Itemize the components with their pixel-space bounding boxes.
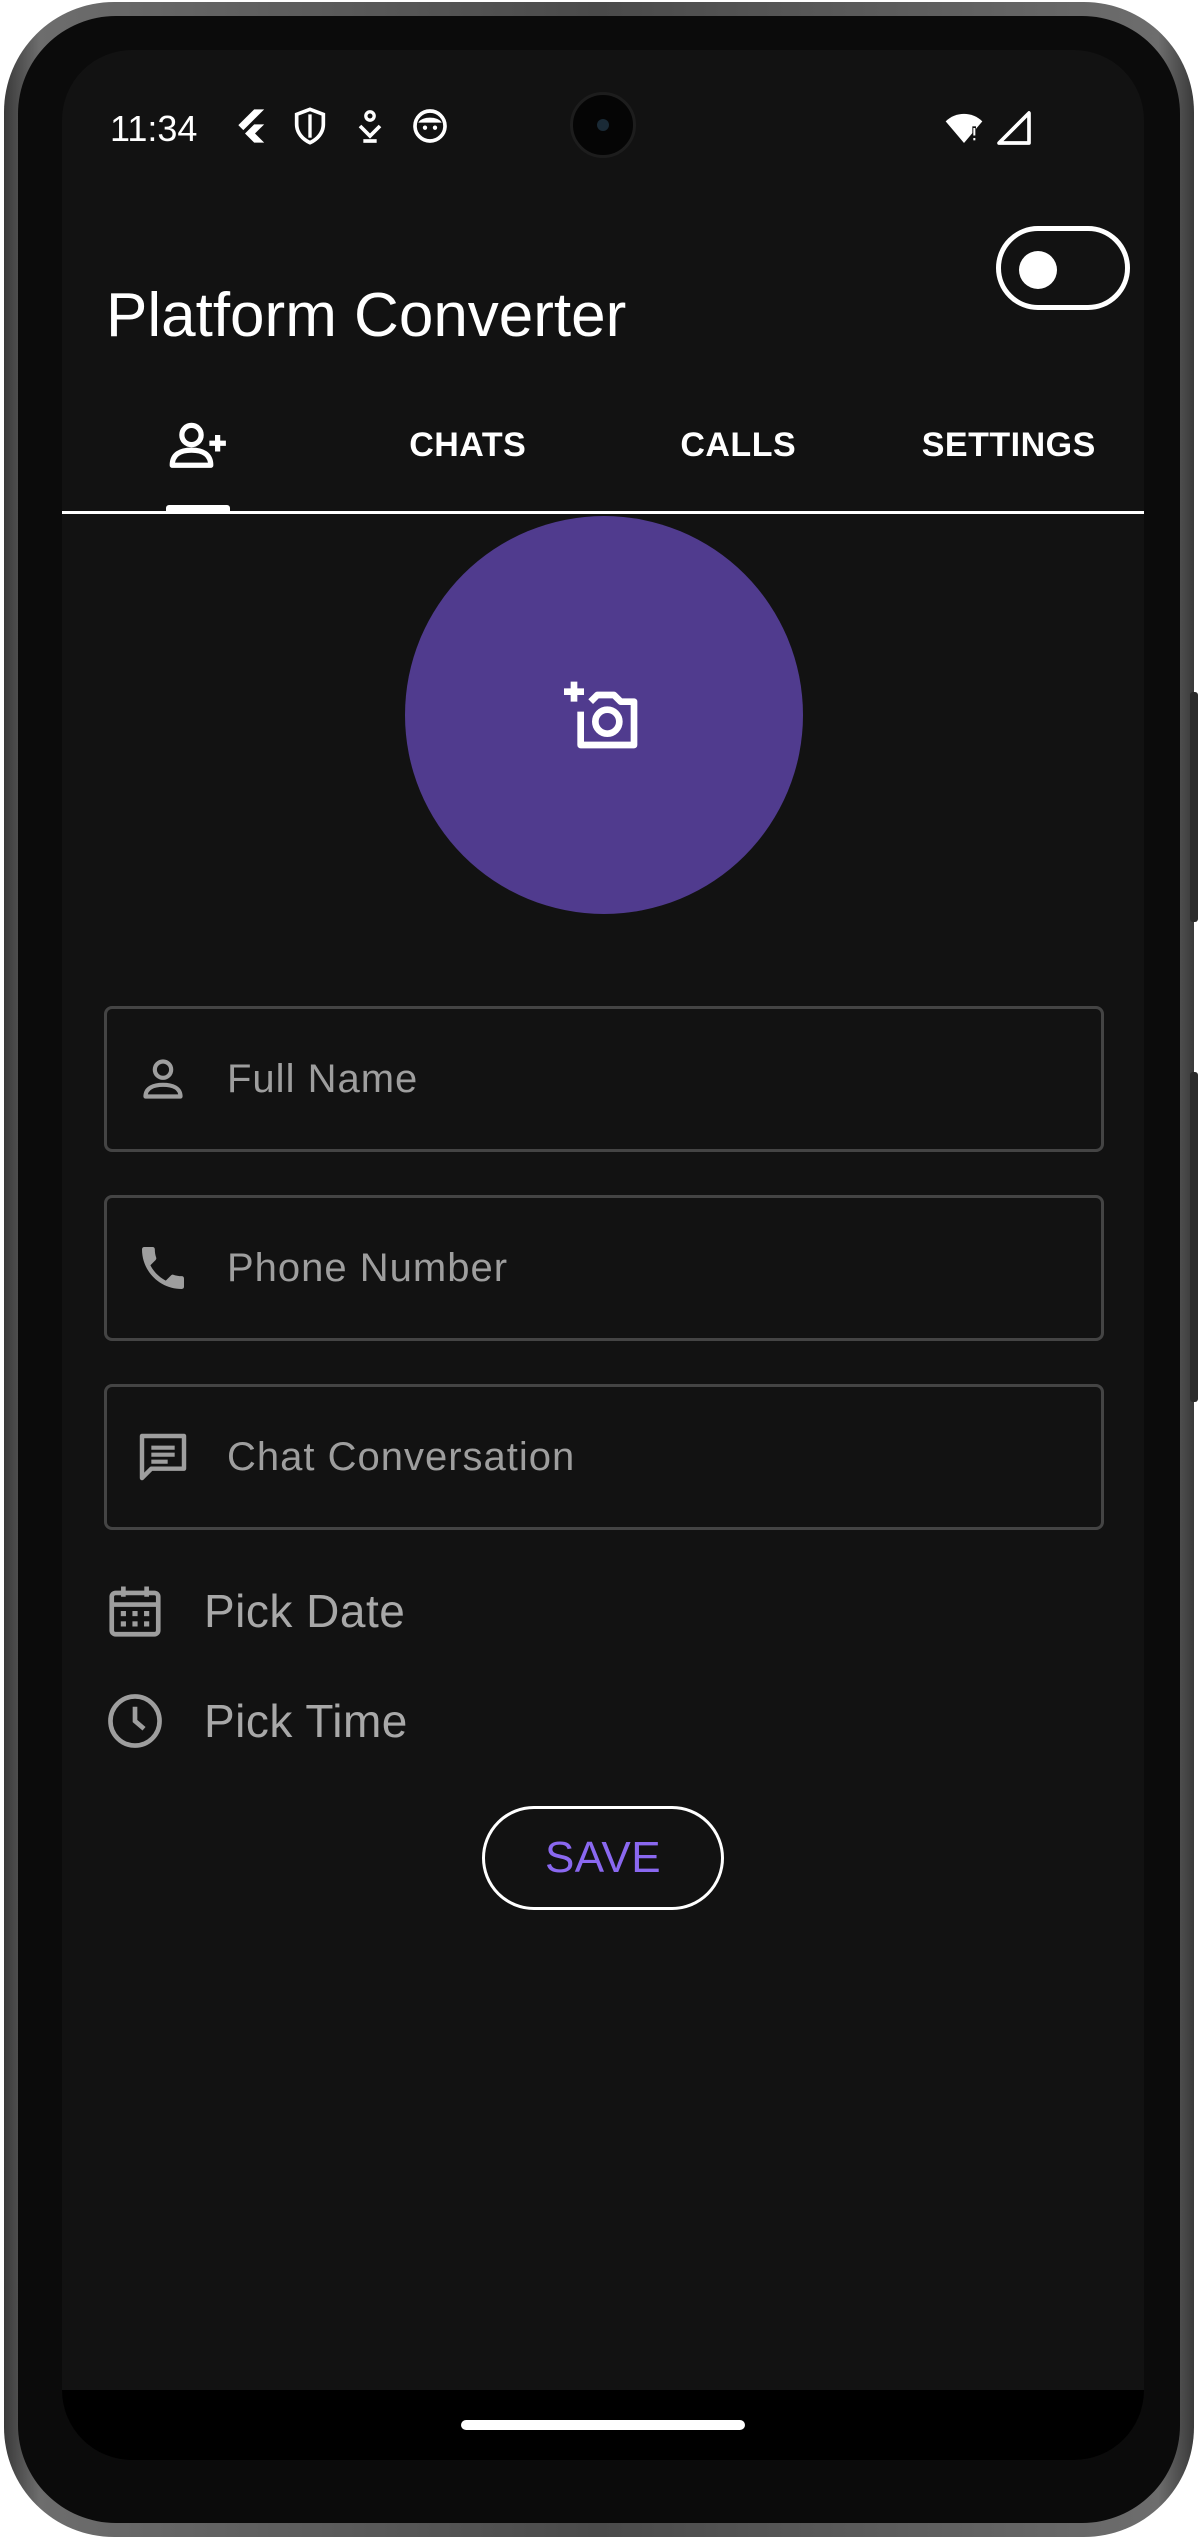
tab-bar: CHATS CALLS SETTINGS bbox=[62, 380, 1144, 514]
chat-conversation-input[interactable] bbox=[225, 1433, 1049, 1481]
app-title: Platform Converter bbox=[106, 281, 627, 350]
front-camera bbox=[570, 92, 636, 158]
status-right-icons bbox=[944, 108, 1034, 148]
screen: 11:34 Platform Converter CHATS CALLS SET… bbox=[62, 50, 1144, 2460]
phone-number-input[interactable] bbox=[225, 1244, 1049, 1292]
pick-time-row[interactable]: Pick Time bbox=[104, 1690, 408, 1752]
full-name-input[interactable] bbox=[225, 1055, 1049, 1103]
pick-date-row[interactable]: Pick Date bbox=[104, 1580, 405, 1642]
clock-icon bbox=[108, 1694, 162, 1748]
pick-date-label: Pick Date bbox=[204, 1585, 406, 1637]
phone-side-button bbox=[1190, 1072, 1198, 1402]
cell-signal-icon bbox=[997, 111, 1031, 145]
save-button[interactable]: SAVE bbox=[482, 1806, 724, 1910]
download-icon bbox=[358, 110, 382, 143]
profile-photo-picker[interactable] bbox=[405, 516, 803, 914]
add-photo-icon bbox=[564, 681, 638, 749]
pick-time-label: Pick Time bbox=[204, 1695, 408, 1747]
status-left-icons bbox=[230, 106, 450, 146]
phone-side-button bbox=[1190, 692, 1198, 922]
gesture-nav-area bbox=[62, 2390, 1144, 2460]
add-contact-icon bbox=[169, 422, 227, 468]
face-icon bbox=[413, 109, 447, 143]
full-name-field[interactable] bbox=[104, 1006, 1104, 1152]
phone-icon bbox=[142, 1247, 184, 1289]
phone-number-field[interactable] bbox=[104, 1195, 1104, 1341]
tab-chats[interactable]: CHATS bbox=[333, 380, 604, 511]
flutter-icon bbox=[238, 109, 265, 143]
switch-knob bbox=[1019, 251, 1057, 289]
calendar-icon bbox=[109, 1586, 161, 1637]
theme-toggle-switch[interactable] bbox=[996, 226, 1130, 310]
wifi-icon bbox=[945, 113, 983, 143]
tab-settings[interactable]: SETTINGS bbox=[874, 380, 1145, 511]
phone-frame: 11:34 Platform Converter CHATS CALLS SET… bbox=[4, 2, 1198, 2537]
status-time: 11:34 bbox=[110, 108, 198, 149]
tab-indicator bbox=[166, 505, 230, 511]
tab-calls[interactable]: CALLS bbox=[603, 380, 874, 511]
tab-add-contact[interactable] bbox=[62, 380, 333, 511]
home-indicator[interactable] bbox=[461, 2420, 745, 2430]
person-icon bbox=[143, 1059, 183, 1099]
shield-icon bbox=[294, 107, 326, 145]
chat-icon bbox=[139, 1433, 187, 1481]
chat-conversation-field[interactable] bbox=[104, 1384, 1104, 1530]
